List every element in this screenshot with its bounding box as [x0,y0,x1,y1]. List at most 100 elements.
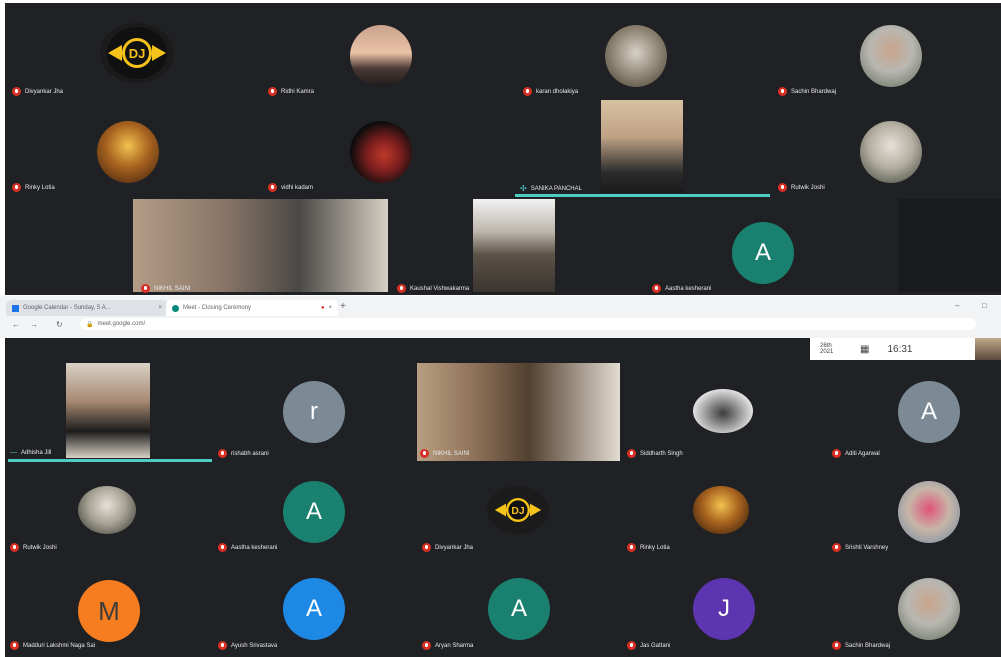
empty-tile [898,199,1001,292]
calendar-icon [12,304,19,312]
clock-time: 16:31 [887,343,913,355]
close-icon[interactable]: × [328,305,332,311]
tab-meet[interactable]: Meet - Closing Ceremony ● × [166,300,338,316]
recording-icon: ● [320,305,325,311]
speaking-icon: ✣ [520,184,527,193]
mic-muted-icon [422,641,431,650]
participant-avatar-photo [78,486,136,534]
svg-text:DJ: DJ [129,46,146,61]
participant-name: Rutwik Joshi [10,543,57,552]
participant-video [66,363,150,458]
self-view-thumbnail [975,338,1001,360]
participant-name: Rinky Lotia [627,543,670,552]
grid-layout-icon[interactable]: ▦ [860,344,869,355]
participant-avatar-photo [860,25,922,87]
meet-icon [172,304,179,312]
active-speaker-indicator [8,459,212,462]
nav-back-button[interactable]: ← [12,320,20,329]
mic-muted-icon [268,87,277,96]
participant-video [133,199,388,292]
participant-avatar-photo [693,389,753,433]
participant-video [417,363,620,461]
participant-name: Jas Gattani [627,641,670,650]
participant-avatar-letter: A [488,578,550,640]
svg-text:DJ: DJ [511,506,525,517]
participant-avatar-letter: A [283,578,345,640]
meeting-info-bar: 26th 2021 ▦ 16:31 [810,338,975,360]
participant-name: Divyankar Jha [12,87,63,96]
participant-video [473,199,555,292]
participant-avatar-dj-logo: DJ [100,23,174,83]
mic-muted-icon [12,87,21,96]
mic-muted-icon [832,543,841,552]
participant-name: Ayush Srivastava [218,641,277,650]
mic-muted-icon [420,449,429,458]
minimize-button[interactable]: – [955,301,959,310]
participant-avatar-letter: M [78,580,140,642]
mic-muted-icon [397,284,406,293]
mic-muted-icon [268,183,277,192]
dj-logo-icon: DJ [494,498,542,522]
lock-icon: 🔒 [86,321,94,328]
close-icon[interactable]: × [158,305,162,311]
participant-avatar-photo [860,121,922,183]
tab-label: Meet - Closing Ceremony [183,305,252,311]
participant-name: Sachin Bhardwaj [832,641,890,650]
participant-avatar-dj-logo: DJ [487,486,549,534]
mic-muted-icon [218,449,227,458]
participant-name: Aastha kesherani [218,543,277,552]
participant-name: Srishti Varshney [832,543,888,552]
mic-muted-icon [627,641,636,650]
participant-name: karan dholakiya [523,87,578,96]
mic-muted-icon [12,183,21,192]
mic-muted-icon [422,543,431,552]
participant-name: Kaushal Vishwakarma [397,284,469,293]
mic-muted-icon [652,284,661,293]
participant-name: rishabh asrani [218,449,269,458]
mic-muted-icon [141,284,150,293]
maximize-button[interactable]: □ [982,301,987,310]
mic-muted-icon [523,87,532,96]
participant-avatar-photo [693,486,749,534]
tab-label: Google Calendar - Sunday, 5 A... [23,305,111,311]
participant-name: Aastha kesherani [652,284,711,293]
participant-avatar-photo [350,121,412,183]
mic-muted-icon [10,641,19,650]
participant-avatar-photo [898,578,960,640]
tab-calendar[interactable]: Google Calendar - Sunday, 5 A... × [6,300,168,316]
participant-avatar-photo [605,25,667,87]
url-text: meet.google.com/ [97,321,146,327]
participant-name: Rinky Lotia [12,183,55,192]
nav-forward-button[interactable]: → [30,320,38,329]
participant-avatar-letter: A [732,222,794,284]
participant-avatar-letter: J [693,578,755,640]
date-text: 26th 2021 [820,343,834,355]
participant-avatar-photo [350,25,412,87]
speaking-icon: — [10,449,17,456]
participant-name: Rutwik Joshi [778,183,825,192]
participant-name: Aditi Agarwal [832,449,880,458]
participant-name: Sachin Bhardwaj [778,87,836,96]
participant-avatar-letter: A [283,481,345,543]
participant-name: Ridhi Kamra [268,87,314,96]
mic-muted-icon [627,449,636,458]
mic-muted-icon [218,641,227,650]
new-tab-button[interactable]: + [340,301,346,312]
participant-name: Divyankar Jha [422,543,473,552]
mic-muted-icon [832,641,841,650]
participant-avatar-photo [898,481,960,543]
participant-avatar-photo [97,121,159,183]
participant-avatar-letter: A [898,381,960,443]
participant-name: — Adhisha Jill [10,449,52,456]
participant-name: Siddharth Singh [627,449,683,458]
mic-muted-icon [627,543,636,552]
active-speaker-indicator [515,194,770,197]
participant-name: ✣ SANIKA PANCHAL [520,184,582,193]
participant-video [601,100,683,193]
reload-button[interactable]: ↻ [56,320,63,329]
mic-muted-icon [832,449,841,458]
mic-muted-icon [218,543,227,552]
browser-chrome: Google Calendar - Sunday, 5 A... × Meet … [0,296,1001,338]
mic-muted-icon [10,543,19,552]
address-bar[interactable]: 🔒 meet.google.com/ [80,318,976,330]
